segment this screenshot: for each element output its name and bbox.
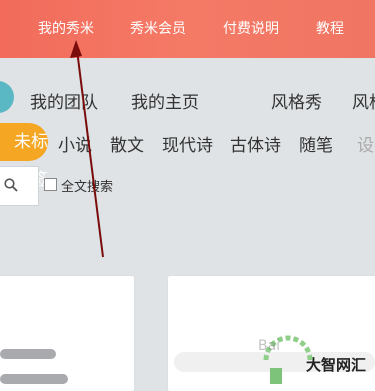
annotation-arrow bbox=[70, 40, 104, 258]
